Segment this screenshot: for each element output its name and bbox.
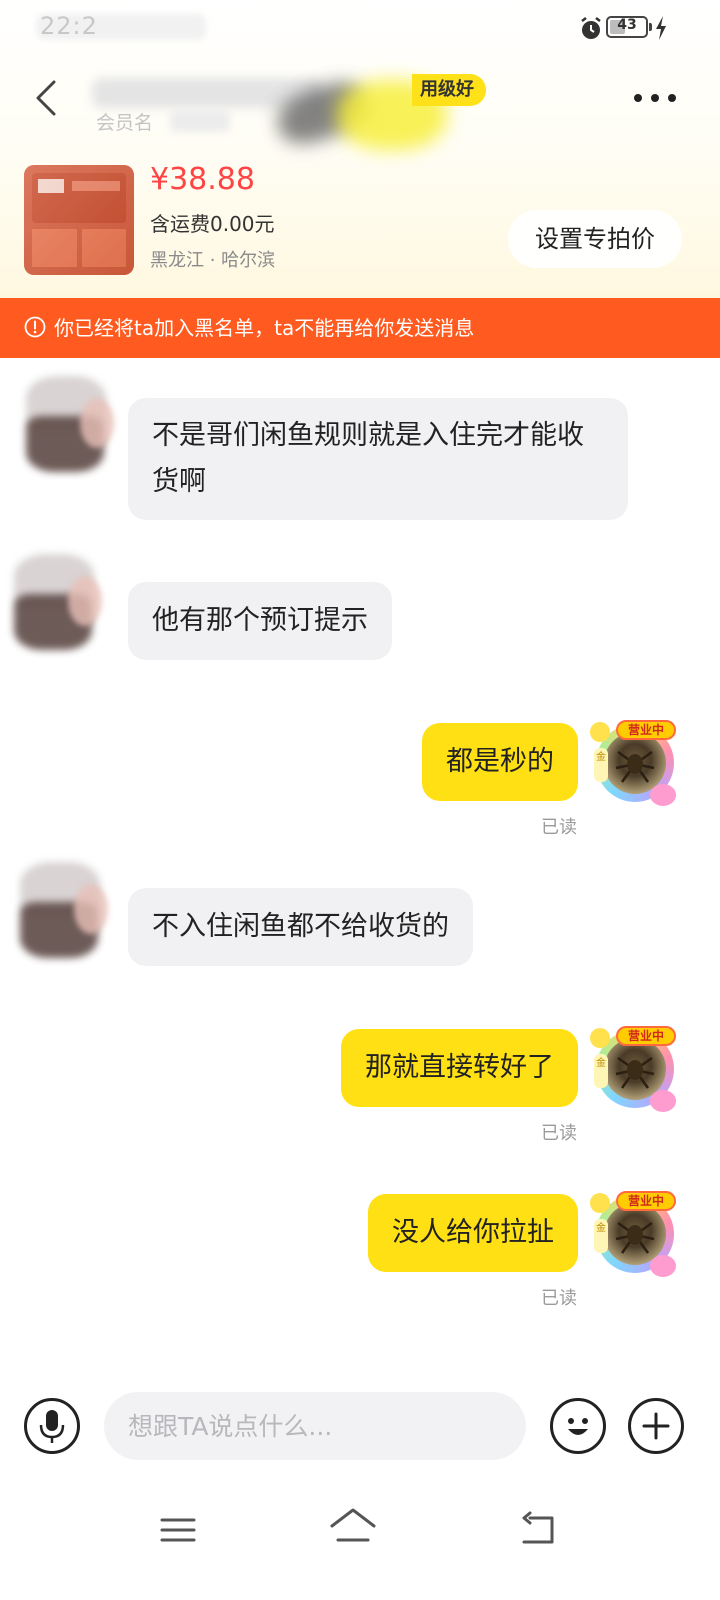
my-avatar-tag: 营业中: [616, 1026, 676, 1046]
product-shipping: 含运费0.00元: [150, 212, 275, 236]
more-icon-dot: [651, 94, 659, 102]
my-avatar-side-badge: 金: [594, 1054, 608, 1088]
my-avatar-tag: 营业中: [616, 1191, 676, 1211]
more-actions-button[interactable]: [628, 1398, 684, 1454]
more-icon-dot: [668, 94, 676, 102]
back-nav-icon[interactable]: [518, 1510, 560, 1550]
contact-avatar[interactable]: [14, 856, 108, 966]
more-button[interactable]: [630, 86, 680, 110]
emoji-button[interactable]: [550, 1398, 606, 1454]
message-bubble-received[interactable]: 不是哥们闲鱼规则就是入住完才能收货啊: [128, 398, 628, 520]
product-price: ¥38.88: [150, 162, 255, 197]
blacklist-text: 你已经将ta加入黑名单，ta不能再给你发送消息: [54, 316, 475, 340]
set-special-price-button[interactable]: 设置专拍价: [508, 210, 682, 268]
my-avatar-side-badge: 金: [594, 748, 608, 782]
blacklist-banner: 你已经将ta加入黑名单，ta不能再给你发送消息: [0, 298, 720, 358]
plus-icon: [642, 1412, 670, 1440]
message-input[interactable]: [104, 1392, 526, 1460]
warning-icon: [24, 316, 46, 338]
message-bubble-sent[interactable]: 没人给你拉扯: [368, 1194, 578, 1272]
contact-avatar[interactable]: [20, 370, 114, 480]
read-receipt: 已读: [541, 817, 577, 838]
read-receipt: 已读: [541, 1288, 577, 1309]
message-bubble-sent[interactable]: 都是秒的: [422, 723, 578, 801]
alarm-icon: [581, 17, 601, 39]
my-avatar-tag: 营业中: [616, 720, 676, 740]
read-receipt: 已读: [541, 1123, 577, 1144]
battery-icon: 43: [606, 16, 648, 38]
charging-icon: [656, 16, 666, 40]
my-avatar[interactable]: 营业中 金: [590, 1189, 680, 1279]
system-nav-bar: [0, 1490, 720, 1600]
emoji-icon: [568, 1418, 588, 1435]
member-redaction: [170, 110, 230, 132]
back-icon[interactable]: [30, 78, 62, 118]
battery-level: 43: [617, 17, 637, 33]
my-avatar-side-badge: 金: [594, 1219, 608, 1253]
credit-badge: 用级好: [412, 74, 486, 106]
my-avatar[interactable]: 营业中 金: [590, 1024, 680, 1114]
status-bar: 22:2 43: [0, 0, 720, 56]
microphone-icon: [39, 1410, 65, 1443]
product-location: 黑龙江 · 哈尔滨: [150, 250, 276, 271]
more-icon-dot: [634, 94, 642, 102]
my-avatar[interactable]: 营业中 金: [590, 718, 680, 808]
battery-tip: [649, 23, 652, 31]
home-icon[interactable]: [328, 1506, 378, 1550]
product-thumbnail[interactable]: [24, 165, 134, 275]
member-label: 会员名: [96, 112, 154, 134]
message-bubble-received[interactable]: 他有那个预订提示: [128, 582, 392, 660]
voice-button[interactable]: [24, 1398, 80, 1454]
contact-avatar[interactable]: [8, 548, 102, 658]
message-bubble-sent[interactable]: 那就直接转好了: [341, 1029, 578, 1107]
menu-icon[interactable]: [158, 1510, 198, 1550]
status-time: 22:2: [40, 12, 98, 40]
message-bubble-received[interactable]: 不入住闲鱼都不给收货的: [128, 888, 473, 966]
